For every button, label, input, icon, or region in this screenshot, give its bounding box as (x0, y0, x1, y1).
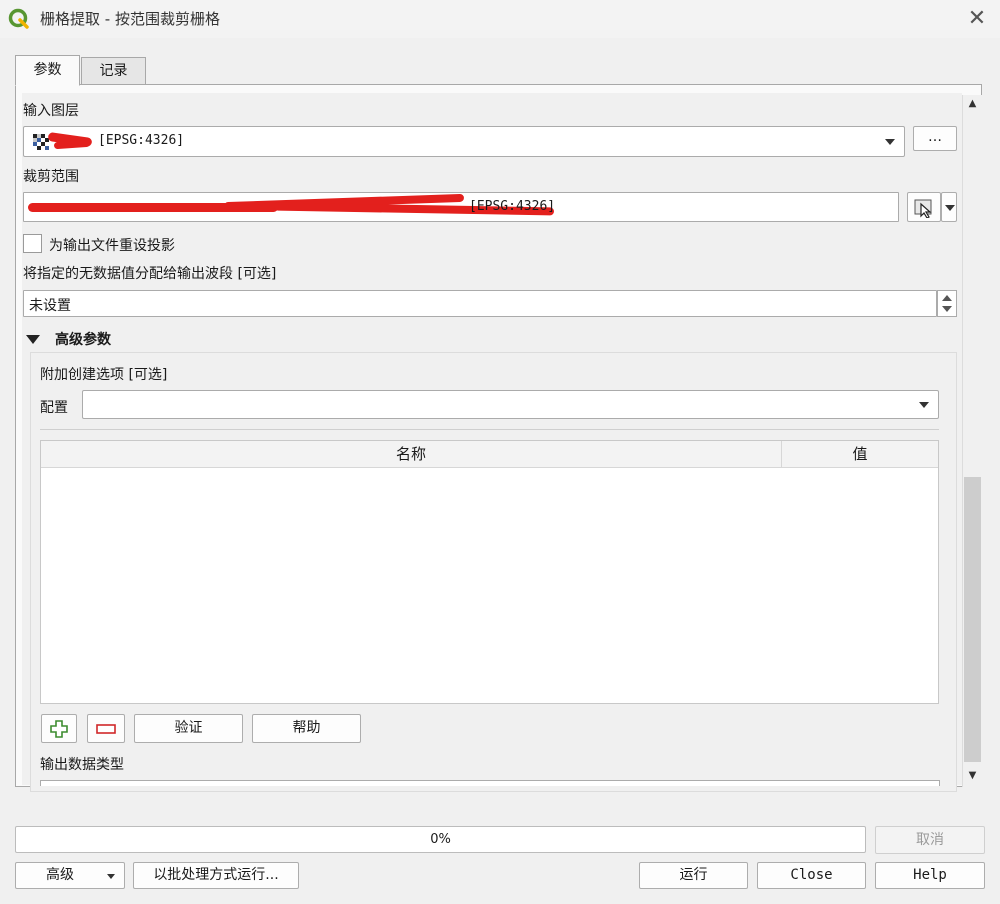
remove-row-button[interactable] (87, 714, 125, 743)
extent-value: [EPSG:4326] (469, 199, 556, 214)
minus-icon (96, 724, 116, 734)
input-layer-label: 输入图层 (23, 103, 79, 119)
select-extent-button[interactable] (907, 192, 941, 222)
chevron-down-icon (945, 205, 955, 211)
input-layer-value: [EPSG:4326] (98, 133, 185, 148)
window-title: 栅格提取 - 按范围裁剪栅格 (40, 10, 220, 28)
scrollbar-thumb[interactable] (964, 477, 981, 762)
column-header-value[interactable]: 值 (782, 441, 938, 468)
output-type-combo[interactable] (40, 780, 940, 786)
collapse-arrow-icon[interactable] (26, 335, 40, 344)
help-button[interactable]: Help (875, 862, 985, 889)
extent-label: 裁剪范围 (23, 169, 79, 185)
nodata-value: 未设置 (29, 298, 71, 314)
creation-options-table[interactable]: 名称 值 (40, 440, 939, 704)
chevron-down-icon (919, 401, 929, 408)
advanced-menu-label: 高级 (46, 867, 74, 883)
table-header: 名称 值 (41, 441, 938, 468)
scroll-down-icon[interactable]: ▼ (963, 767, 982, 785)
spin-up-icon[interactable] (942, 295, 952, 301)
nodata-spinbox[interactable] (937, 290, 957, 317)
scroll-up-icon[interactable]: ▲ (963, 95, 982, 113)
profile-combo[interactable] (82, 390, 939, 419)
extent-options-button[interactable] (941, 192, 957, 222)
run-button[interactable]: 运行 (639, 862, 748, 889)
advanced-params-header[interactable]: 高级参数 (55, 329, 111, 349)
override-projection-checkbox[interactable] (23, 234, 42, 253)
spin-down-icon[interactable] (942, 306, 952, 312)
chevron-down-icon (885, 138, 895, 145)
batch-process-button[interactable]: 以批处理方式运行... (133, 862, 299, 889)
plus-icon (50, 720, 68, 738)
help-options-button[interactable]: 帮助 (252, 714, 361, 743)
advanced-menu-button[interactable]: 高级 (15, 862, 125, 889)
tab-log[interactable]: 记录 (81, 57, 146, 85)
map-cursor-icon (914, 199, 932, 218)
validate-button[interactable]: 验证 (134, 714, 243, 743)
chevron-down-icon (107, 874, 115, 879)
browse-input-button[interactable]: … (913, 126, 957, 151)
progress-bar: 0% (15, 826, 866, 853)
raster-layer-icon (33, 134, 49, 150)
vertical-scrollbar[interactable]: ▲ ▼ (962, 95, 982, 787)
nodata-label: 将指定的无数据值分配给输出波段 [可选] (23, 266, 277, 282)
profile-label: 配置 (40, 400, 68, 416)
extent-input[interactable]: [EPSG:4326] (23, 192, 899, 222)
output-type-label: 输出数据类型 (40, 757, 124, 773)
redaction-mark (53, 139, 91, 150)
override-projection-label: 为输出文件重设投影 (49, 238, 175, 254)
add-row-button[interactable] (41, 714, 77, 743)
column-header-name[interactable]: 名称 (41, 441, 782, 468)
tab-parameters[interactable]: 参数 (15, 55, 80, 86)
input-layer-combo[interactable]: [EPSG:4326] (23, 126, 905, 157)
cancel-button[interactable]: 取消 (875, 826, 985, 854)
creation-options-label: 附加创建选项 [可选] (40, 367, 168, 383)
close-window-icon[interactable]: ✕ (962, 4, 992, 34)
qgis-logo-icon (8, 8, 29, 29)
close-button[interactable]: Close (757, 862, 866, 889)
nodata-input[interactable]: 未设置 (23, 290, 937, 317)
progress-text: 0% (430, 832, 451, 847)
divider (40, 429, 939, 430)
